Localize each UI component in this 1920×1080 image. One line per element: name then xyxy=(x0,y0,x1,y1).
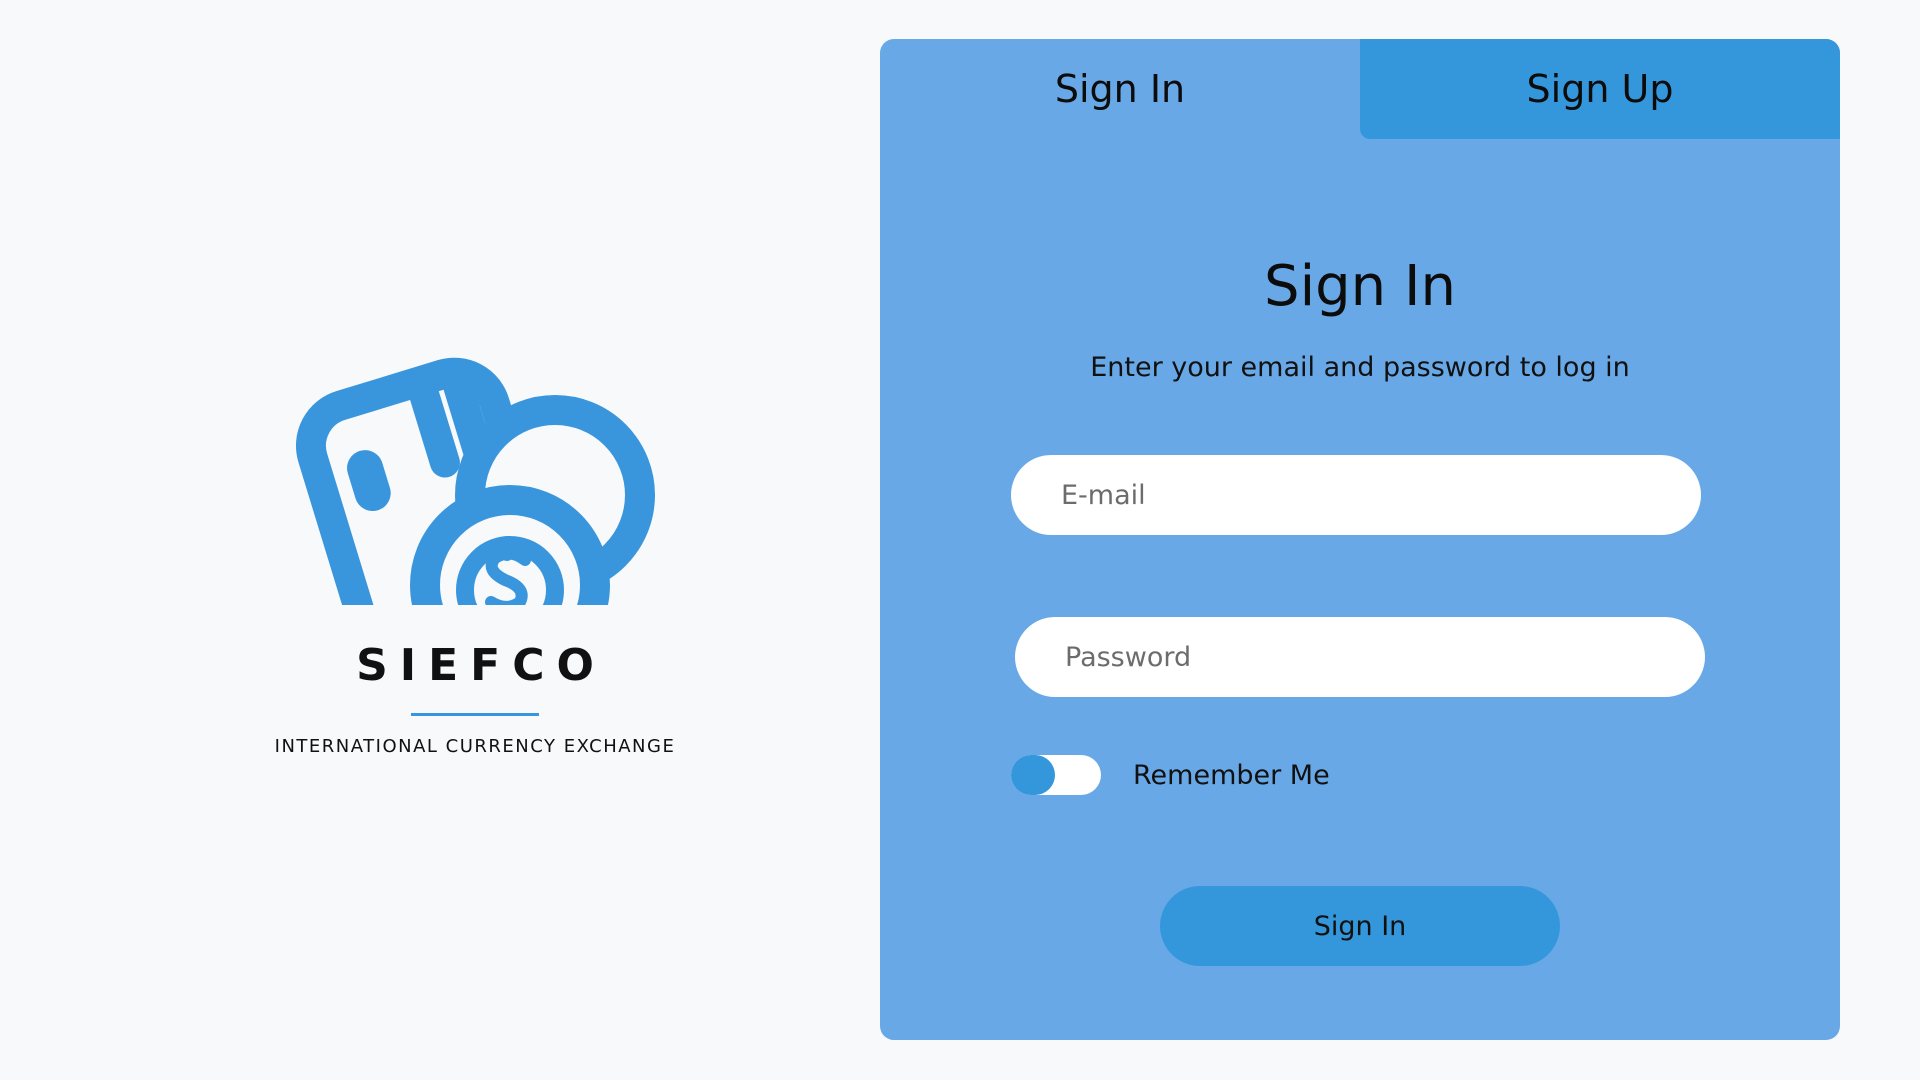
remember-me-label: Remember Me xyxy=(1133,759,1330,791)
password-field[interactable] xyxy=(1015,617,1705,697)
card-and-coins-icon xyxy=(295,357,655,605)
tab-sign-in[interactable]: Sign In xyxy=(880,39,1360,139)
sign-in-button[interactable]: Sign In xyxy=(1160,886,1560,966)
form-subtitle: Enter your email and password to log in xyxy=(1090,352,1630,383)
brand-divider xyxy=(411,713,539,716)
form-title: Sign In xyxy=(1264,254,1456,319)
brand-tagline: INTERNATIONAL CURRENCY EXCHANGE xyxy=(274,736,676,757)
login-page: SIEFCO INTERNATIONAL CURRENCY EXCHANGE S… xyxy=(0,0,1920,1080)
remember-me-toggle[interactable] xyxy=(1011,755,1101,795)
tab-sign-up[interactable]: Sign Up xyxy=(1360,39,1840,139)
email-field[interactable] xyxy=(1011,455,1701,535)
toggle-knob xyxy=(1011,755,1055,795)
remember-me-row: Remember Me xyxy=(1011,755,1330,795)
auth-tabs: Sign In Sign Up xyxy=(880,39,1840,139)
auth-card: Sign In Sign Up Sign In Enter your email… xyxy=(880,39,1840,1040)
brand-logo: SIEFCO INTERNATIONAL CURRENCY EXCHANGE xyxy=(230,330,720,757)
brand-name: SIEFCO xyxy=(356,640,606,691)
